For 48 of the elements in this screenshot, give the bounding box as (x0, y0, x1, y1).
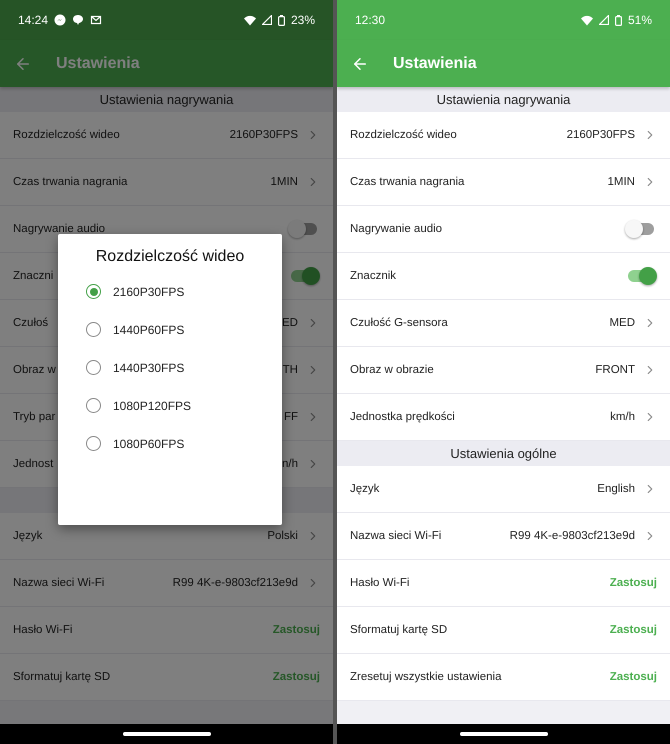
row-label: Czas trwania nagrania (350, 176, 464, 188)
row-label: Nazwa sieci Wi-Fi (13, 577, 104, 589)
row-label: Język (13, 530, 42, 542)
row-label: Zresetuj wszystkie ustawienia (350, 671, 502, 683)
row-label: Tryb par (13, 411, 56, 423)
row-value: Polski (267, 530, 298, 542)
row-value: 1MIN (270, 176, 298, 188)
row-value: English (597, 483, 635, 495)
row-label: Sformatuj kartę SD (350, 624, 448, 636)
clock-time: 12:30 (355, 13, 386, 27)
row-label: Czułość G-sensora (350, 317, 448, 329)
row-value: ED (282, 317, 298, 329)
row-value: FF (284, 411, 298, 423)
row-label: Sformatuj kartę SD (13, 671, 110, 683)
row-label: Znacznik (350, 270, 396, 282)
row-value: TH (282, 364, 298, 376)
row-label: Nazwa sieci Wi-Fi (350, 530, 442, 542)
row-label: Rozdzielczość wideo (13, 129, 120, 141)
clock-time: 14:24 (18, 13, 48, 27)
battery-percent: 23% (290, 13, 315, 27)
row-label: Rozdzielczość wideo (350, 129, 457, 141)
row-value: 2160P30FPS (230, 129, 298, 141)
section-title: Ustawienia nagrywania (436, 92, 570, 107)
row-label: Jednostka prędkości (350, 411, 455, 423)
app-bar-title: Ustawienia (56, 54, 140, 72)
row-value: 1MIN (608, 176, 635, 188)
app-bar-title: Ustawienia (393, 54, 477, 72)
row-value: MED (609, 317, 635, 329)
row-value: km/h (610, 411, 635, 423)
section-title: Ustawienia ogólne (450, 446, 557, 461)
row-label: Jednost (13, 458, 54, 470)
row-label: Nagrywanie audio (350, 223, 442, 235)
row-value: FRONT (595, 364, 635, 376)
row-label: Znaczni (13, 270, 54, 282)
section-title: Ustawienia nagrywania (100, 92, 234, 107)
row-label: Język (350, 483, 380, 495)
row-label: Hasło Wi-Fi (13, 624, 72, 636)
row-label: Hasło Wi-Fi (350, 577, 410, 589)
battery-percent: 51% (628, 13, 652, 27)
row-value: 2160P30FPS (566, 129, 635, 141)
row-label: Obraz w obrazie (350, 364, 434, 376)
row-value: R99 4K-e-9803cf213e9d (172, 577, 298, 589)
row-label: Czas trwania nagrania (13, 176, 128, 188)
row-label: Nagrywanie audio (13, 223, 106, 235)
row-label: Czułoś (13, 317, 48, 329)
row-label: Obraz w (13, 364, 56, 376)
row-value: R99 4K-e-9803cf213e9d (510, 530, 635, 542)
row-value: n/h (282, 458, 298, 470)
